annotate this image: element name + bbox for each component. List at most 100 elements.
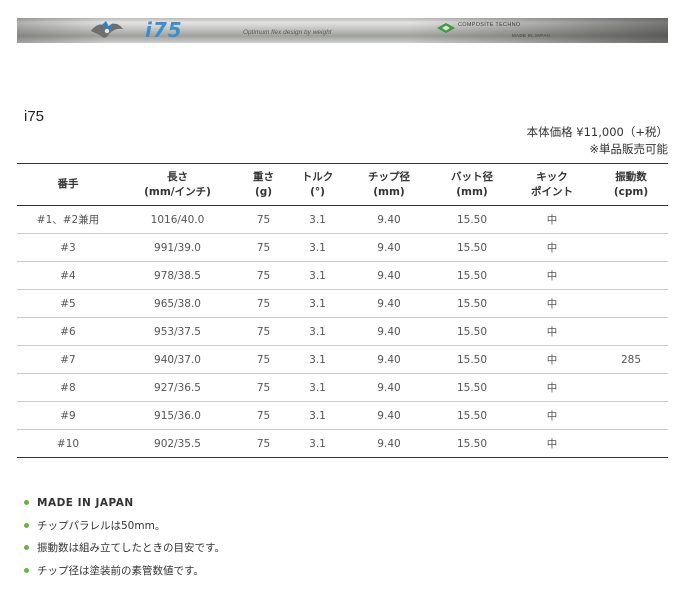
cell-tip-diameter: 9.40 [344,373,434,402]
header-unit: (mm/インチ) [144,185,211,198]
cell-kick-point: 中 [510,401,594,430]
header-label: 長さ [167,170,188,183]
header-unit: (cpm) [613,185,649,198]
cell-frequency [594,429,668,458]
cell-club-number: #5 [17,289,119,318]
list-item: チップパラレルは50mm。 [24,518,225,541]
cell-kick-point: 中 [510,205,594,234]
header-length: 長さ (mm/インチ) [119,163,236,206]
header-unit: (°) [310,185,325,198]
cell-weight: 75 [236,289,291,318]
header-label: トルク [301,170,334,183]
cell-club-number: #10 [17,429,119,458]
cell-length: 1016/40.0 [119,205,236,234]
cell-torque: 3.1 [291,317,344,346]
cell-club-number: #9 [17,401,119,430]
cell-torque: 3.1 [291,205,344,234]
notes-list: MADE IN JAPAN チップパラレルは50mm。 振動数は組み立てしたとき… [24,495,225,585]
cell-kick-point: 中 [510,373,594,402]
banner-tagline: Optimum flex design by weight [243,29,332,36]
header-unit: (mm) [373,185,405,198]
cell-tip-diameter: 9.40 [344,261,434,290]
banner-model-mark: i75 [145,18,183,42]
cell-butt-diameter: 15.50 [434,233,510,262]
cell-butt-diameter: 15.50 [434,205,510,234]
cell-weight: 75 [236,261,291,290]
cell-tip-diameter: 9.40 [344,205,434,234]
cell-tip-diameter: 9.40 [344,429,434,458]
header-label: 重さ [253,170,274,183]
table-row: #10 902/35.5 75 3.1 9.40 15.50 中 [17,429,668,458]
banner-made-in: MADE IN JAPAN [512,33,551,38]
list-item: MADE IN JAPAN [24,495,225,518]
cell-length: 991/39.0 [119,233,236,262]
cell-tip-diameter: 9.40 [344,345,434,374]
header-label: 番手 [57,178,79,190]
cell-torque: 3.1 [291,261,344,290]
note-text: チップパラレルは50mm。 [37,519,166,532]
cell-butt-diameter: 15.50 [434,401,510,430]
header-weight: 重さ (g) [236,163,291,206]
cell-butt-diameter: 15.50 [434,373,510,402]
note-text: 振動数は組み立てしたときの目安です。 [37,542,225,554]
cell-length: 927/36.5 [119,373,236,402]
cell-frequency [594,401,668,430]
header-club-number: 番手 [17,163,119,206]
table-row: #7 940/37.0 75 3.1 9.40 15.50 中 285 [17,345,668,374]
cell-butt-diameter: 15.50 [434,289,510,318]
table-row: #9 915/36.0 75 3.1 9.40 15.50 中 [17,401,668,430]
header-label: チップ径 [368,170,410,183]
cell-kick-point: 中 [510,233,594,262]
cell-length: 915/36.0 [119,401,236,430]
spec-table-body: #1、#2兼用 1016/40.0 75 3.1 9.40 15.50 中 #3… [17,205,668,458]
cell-frequency [594,233,668,262]
cell-kick-point: 中 [510,261,594,290]
cell-length: 965/38.0 [119,289,236,318]
table-row: #8 927/36.5 75 3.1 9.40 15.50 中 [17,373,668,402]
cell-torque: 3.1 [291,289,344,318]
cell-weight: 75 [236,401,291,430]
cell-frequency [594,373,668,402]
cell-club-number: #8 [17,373,119,402]
cell-butt-diameter: 15.50 [434,261,510,290]
table-row: #5 965/38.0 75 3.1 9.40 15.50 中 [17,289,668,318]
cell-frequency [594,289,668,318]
cell-frequency [594,205,668,234]
cell-club-number: #1、#2兼用 [17,205,119,234]
cell-club-number: #3 [17,233,119,262]
cell-length: 953/37.5 [119,317,236,346]
cell-length: 940/37.0 [119,345,236,374]
cell-tip-diameter: 9.40 [344,289,434,318]
header-unit: (mm) [456,185,488,198]
cell-butt-diameter: 15.50 [434,317,510,346]
cell-kick-point: 中 [510,429,594,458]
cell-weight: 75 [236,317,291,346]
cell-weight: 75 [236,345,291,374]
header-row: 番手 長さ (mm/インチ) 重さ (g) トルク (°) チップ径 (mm) バット径… [17,163,668,206]
composite-techno-logo-icon [437,23,455,33]
cell-club-number: #4 [17,261,119,290]
table-row: #4 978/38.5 75 3.1 9.40 15.50 中 [17,261,668,290]
table-row: #1、#2兼用 1016/40.0 75 3.1 9.40 15.50 中 [17,205,668,234]
table-row: #3 991/39.0 75 3.1 9.40 15.50 中 [17,233,668,262]
cell-butt-diameter: 15.50 [434,429,510,458]
cell-frequency [594,317,668,346]
cell-tip-diameter: 9.40 [344,401,434,430]
spec-table: 番手 長さ (mm/インチ) 重さ (g) トルク (°) チップ径 (mm) バット径… [17,163,668,458]
cell-torque: 3.1 [291,429,344,458]
bullet-dot-icon [24,500,29,505]
cell-frequency: 285 [594,345,668,374]
brand-emblem-icon [91,21,123,38]
note-text: MADE IN JAPAN [37,497,134,509]
banner-maker-name: COMPOSITE TECHNO [458,22,521,28]
list-item: 振動数は組み立てしたときの目安です。 [24,540,225,563]
cell-weight: 75 [236,233,291,262]
header-frequency: 振動数 (cpm) [594,163,668,206]
header-kick-point: キック ポイント [510,163,594,206]
cell-weight: 75 [236,205,291,234]
header-label: キック [536,170,568,183]
cell-butt-diameter: 15.50 [434,345,510,374]
bullet-dot-icon [24,545,29,550]
bullet-dot-icon [24,567,29,573]
list-item: チップ径は塗装前の素管数値です。 [24,563,225,586]
